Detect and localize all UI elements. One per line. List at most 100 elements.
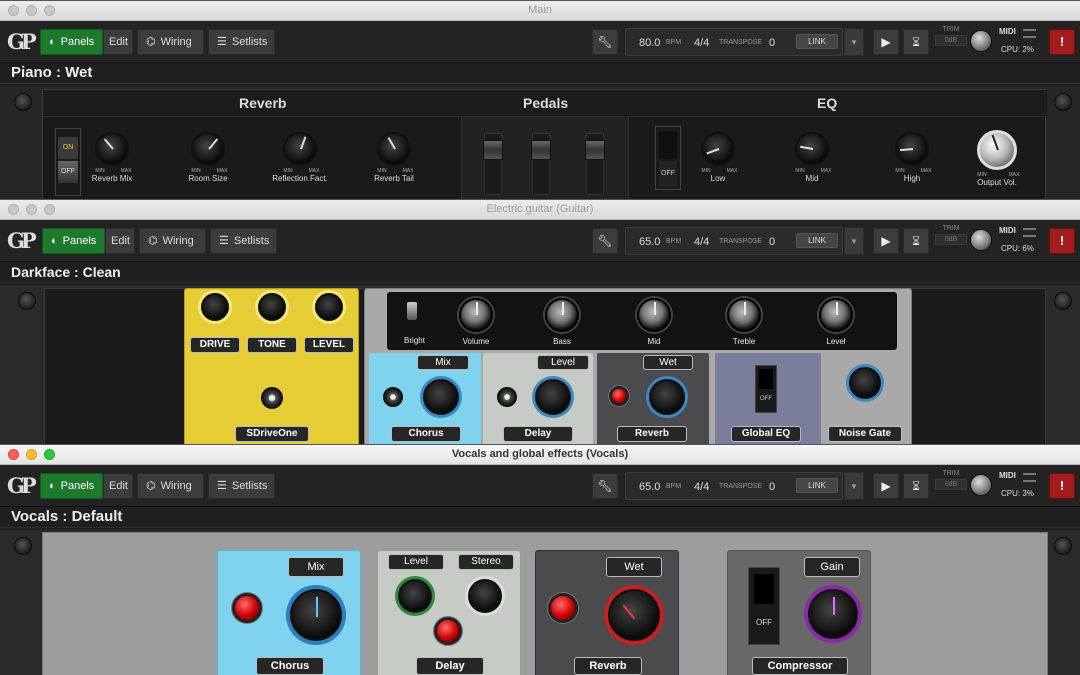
setlists-button[interactable]: ☰ Setlists	[208, 473, 275, 499]
vocal-chorus-bypass[interactable]	[232, 593, 262, 623]
setlists-button[interactable]: ☰ Setlists	[210, 228, 277, 254]
pedal-fader[interactable]	[585, 133, 605, 195]
comp-switch[interactable]: OFF	[748, 567, 780, 645]
chevron-down-icon[interactable]: ▼	[844, 28, 864, 56]
wrench-button[interactable]: 🔧︎	[592, 228, 618, 254]
bpm-value[interactable]: 65.0	[639, 236, 660, 248]
delay-level-knob[interactable]	[535, 379, 571, 415]
noise-gate-name: Noise Gate	[828, 426, 902, 442]
wrench-button[interactable]: 🔧︎	[592, 473, 618, 499]
edit-button[interactable]: Edit	[103, 29, 133, 55]
pedal-fader[interactable]	[531, 133, 551, 195]
noise-gate-knob[interactable]	[849, 367, 881, 399]
level-knob[interactable]	[315, 293, 343, 321]
vocal-delay-bypass[interactable]	[434, 617, 462, 645]
alert-button[interactable]: !	[1049, 473, 1075, 499]
reverb-name: Reverb	[617, 426, 687, 442]
noise-gate-effect: Noise Gate	[825, 353, 907, 445]
link-button[interactable]: LINK	[796, 233, 838, 248]
time-signature[interactable]: 4/4	[694, 236, 709, 248]
panels-icon: ◐	[51, 235, 58, 247]
time-signature[interactable]: 4/4	[694, 37, 709, 49]
wiring-button[interactable]: ⌬ Wiring	[137, 29, 204, 55]
panels-button[interactable]: ◐ Panels	[40, 29, 103, 55]
comp-gain-knob[interactable]	[808, 589, 858, 639]
vocal-chorus-mix-knob[interactable]	[290, 589, 342, 641]
piano-knob[interactable]	[283, 132, 317, 166]
titlebar[interactable]: Electric guitar (Guitar)	[0, 200, 1080, 220]
edit-button[interactable]: Edit	[103, 473, 133, 499]
panel-name: Piano : Wet	[0, 63, 1080, 84]
setlists-button[interactable]: ☰ Setlists	[208, 29, 275, 55]
piano-knob[interactable]	[191, 132, 225, 166]
vocal-delay-level-knob[interactable]	[398, 579, 432, 613]
wiring-button[interactable]: ⌬ Wiring	[137, 473, 204, 499]
window-title: Vocals and global effects (Vocals)	[451, 448, 629, 460]
bypass-footswitch[interactable]	[261, 387, 283, 409]
metronome-button[interactable]: ⏳︎	[903, 228, 929, 254]
master-volume-knob[interactable]	[970, 229, 992, 251]
chevron-down-icon[interactable]: ▼	[844, 227, 864, 255]
piano-knob[interactable]	[895, 132, 929, 166]
reverb-switch[interactable]: ON OFF	[55, 128, 81, 196]
piano-knob[interactable]	[95, 132, 129, 166]
play-button[interactable]: ▶	[873, 473, 899, 499]
trim-value[interactable]: 0dB	[935, 479, 967, 490]
time-signature[interactable]: 4/4	[694, 481, 709, 493]
piano-knob[interactable]	[795, 132, 829, 166]
transpose-value[interactable]: 0	[769, 481, 775, 493]
vocal-reverb-wet-knob[interactable]	[608, 589, 660, 641]
reverb-wet-knob[interactable]	[649, 379, 685, 415]
panels-button[interactable]: ◐ Panels	[42, 228, 105, 254]
bpm-value[interactable]: 65.0	[639, 481, 660, 493]
metronome-button[interactable]: ⏳︎	[903, 473, 929, 499]
amp-knob[interactable]	[819, 298, 853, 332]
wrench-button[interactable]: 🔧︎	[592, 29, 618, 55]
amp-knob-label: Bass	[553, 337, 571, 346]
amp-knob[interactable]	[727, 298, 761, 332]
bpm-value[interactable]: 80.0	[639, 37, 660, 49]
titlebar[interactable]: Vocals and global effects (Vocals)	[0, 445, 1080, 465]
trim-value[interactable]: 0dB	[935, 35, 967, 46]
play-button[interactable]: ▶	[873, 228, 899, 254]
global-eq-switch[interactable]: OFF	[755, 365, 777, 413]
wiring-button[interactable]: ⌬ Wiring	[139, 228, 206, 254]
chorus-bypass[interactable]	[383, 387, 403, 407]
piano-knob[interactable]	[377, 132, 411, 166]
vocal-reverb-bypass[interactable]	[548, 593, 578, 623]
panels-button[interactable]: ◐ Panels	[40, 473, 103, 499]
link-button[interactable]: LINK	[796, 478, 838, 493]
alert-button[interactable]: !	[1049, 228, 1075, 254]
transpose-value[interactable]: 0	[769, 236, 775, 248]
piano-knob[interactable]	[701, 132, 735, 166]
eq-switch[interactable]: OFF	[655, 126, 681, 190]
rack-screw	[14, 537, 32, 555]
delay-bypass[interactable]	[497, 387, 517, 407]
edit-button[interactable]: Edit	[105, 228, 135, 254]
amp-knob[interactable]	[545, 298, 579, 332]
metronome-button[interactable]: ⏳︎	[903, 29, 929, 55]
amp-controls: Bright Volume Bass Mid Treble Level	[387, 292, 897, 350]
chevron-down-icon[interactable]: ▼	[844, 472, 864, 500]
amp-knob[interactable]	[637, 298, 671, 332]
chorus-name: Chorus	[391, 426, 461, 442]
pedals-area	[461, 117, 629, 200]
tone-knob[interactable]	[258, 293, 286, 321]
play-button[interactable]: ▶	[873, 29, 899, 55]
vocal-delay-stereo-knob[interactable]	[468, 579, 502, 613]
drive-knob[interactable]	[201, 293, 229, 321]
amp-knob[interactable]	[459, 298, 493, 332]
bright-toggle[interactable]	[407, 302, 417, 320]
reverb-bypass-led[interactable]	[609, 386, 629, 406]
chorus-mix-knob[interactable]	[423, 379, 459, 415]
trim-value[interactable]: 0dB	[935, 234, 967, 245]
pedal-fader[interactable]	[483, 133, 503, 195]
transpose-value[interactable]: 0	[769, 37, 775, 49]
vocal-delay-level-label: Level	[388, 554, 444, 570]
link-button[interactable]: LINK	[796, 34, 838, 49]
piano-knob[interactable]	[977, 130, 1017, 170]
master-volume-knob[interactable]	[970, 30, 992, 52]
alert-button[interactable]: !	[1049, 29, 1075, 55]
titlebar[interactable]: Main	[0, 1, 1080, 21]
master-volume-knob[interactable]	[970, 474, 992, 496]
